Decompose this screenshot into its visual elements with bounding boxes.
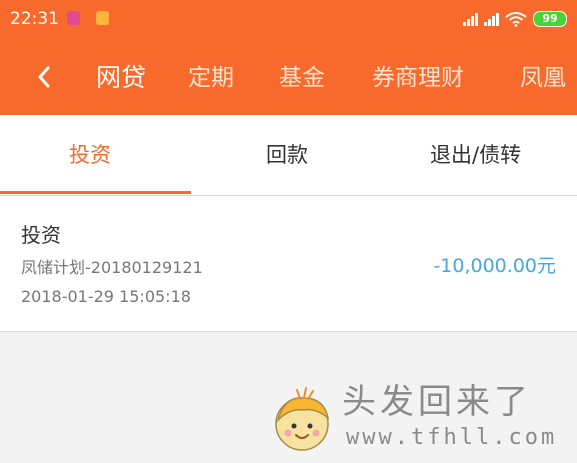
record-tabs: 投资 回款 退出/债转: [0, 115, 577, 196]
app-notification-icon: [96, 11, 109, 25]
record-type: 投资: [21, 223, 61, 247]
tab-investment[interactable]: 投资: [69, 141, 111, 169]
category-nav: 网贷 定期 基金 券商理财 凤凰: [0, 50, 577, 106]
signal-strength-icon: [463, 12, 478, 26]
watermark-url: www.tfhll.com: [346, 425, 558, 450]
list-item[interactable]: 投资 凤储计划-20180129121 2018-01-29 15:05:18 …: [0, 196, 577, 332]
nav-tab-jijin[interactable]: 基金: [279, 63, 325, 93]
tab-exit-transfer[interactable]: 退出/债转: [430, 141, 521, 169]
nav-tab-quanshang-licai[interactable]: 券商理财: [372, 63, 464, 93]
signal-strength-icon: [484, 12, 499, 26]
nav-tab-fenghuang[interactable]: 凤凰: [520, 63, 566, 93]
record-plan: 凤储计划-20180129121: [21, 258, 203, 277]
record-datetime: 2018-01-29 15:05:18: [21, 287, 191, 306]
record-amount: -10,000.00元: [433, 255, 556, 277]
back-button[interactable]: [30, 62, 58, 92]
wifi-icon: [505, 12, 527, 27]
battery-icon: 99: [533, 11, 567, 27]
app-notification-icon: [67, 11, 80, 25]
nav-tab-dingqi[interactable]: 定期: [188, 63, 234, 93]
status-indicators: 99: [463, 9, 567, 29]
tab-repayment[interactable]: 回款: [266, 141, 308, 169]
status-bar: 22:31 99: [0, 0, 577, 38]
app-header: 22:31 99 网贷 定期 基金 券商理财 凤凰: [0, 0, 577, 115]
active-tab-indicator: [0, 191, 191, 194]
nav-tab-wangdai[interactable]: 网贷: [96, 63, 146, 93]
watermark-title: 头发回来了: [342, 382, 532, 422]
status-time: 22:31: [10, 9, 59, 29]
chevron-left-icon: [38, 66, 50, 88]
cartoon-face-icon: [275, 387, 330, 451]
watermark: 头发回来了 www.tfhll.com: [270, 378, 570, 460]
